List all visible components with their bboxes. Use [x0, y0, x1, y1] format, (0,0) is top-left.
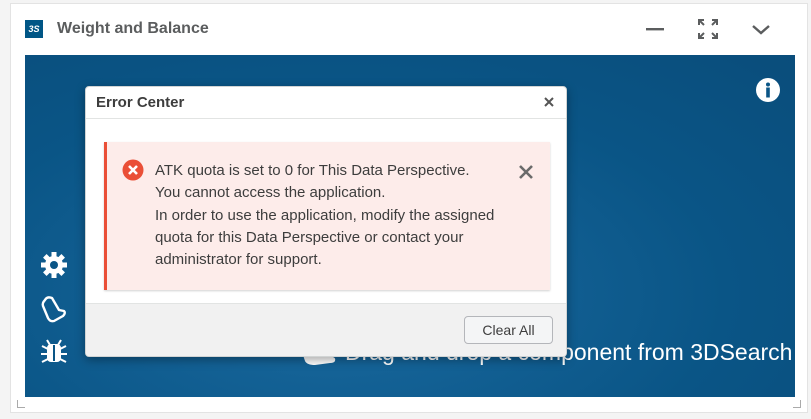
dialog-title: Error Center: [96, 94, 185, 111]
widget-title: Weight and Balance: [57, 20, 209, 37]
bug-icon[interactable]: [39, 337, 69, 367]
fullscreen-button[interactable]: [695, 16, 721, 42]
error-message-line: administrator for support.: [155, 251, 322, 269]
info-icon[interactable]: [755, 77, 781, 103]
error-message-line: In order to use the application, modify …: [155, 206, 495, 224]
error-center-dialog: Error Center ATK quota is set to 0 for T…: [85, 86, 567, 357]
dialog-header: Error Center: [86, 87, 566, 119]
resize-handle-right[interactable]: [793, 400, 801, 408]
minimize-icon: [646, 28, 664, 31]
resize-handle-left[interactable]: [17, 400, 25, 408]
error-message: ATK quota is set to 0 for This Data Pers…: [155, 160, 515, 271]
minimize-button[interactable]: [642, 16, 668, 42]
error-message-line: quota for this Data Perspective or conta…: [155, 228, 464, 246]
error-message-line: You cannot access the application.: [155, 184, 386, 202]
clear-all-button[interactable]: Clear All: [464, 316, 553, 344]
gear-icon[interactable]: [39, 250, 69, 280]
dismiss-alert-icon[interactable]: [518, 164, 534, 180]
error-alert: ATK quota is set to 0 for This Data Pers…: [104, 142, 550, 290]
error-circle-icon: [122, 159, 144, 181]
widget-header: 3S Weight and Balance: [11, 4, 807, 54]
dialog-footer: Clear All: [86, 303, 566, 356]
touch-icon[interactable]: [39, 294, 69, 324]
error-message-line: ATK quota is set to 0 for This Data Pers…: [155, 162, 470, 179]
3ds-compass-icon: 3S: [25, 20, 43, 38]
collapse-button[interactable]: [748, 16, 774, 42]
fullscreen-icon: [698, 19, 718, 39]
chevron-down-icon: [752, 25, 770, 35]
dialog-body: ATK quota is set to 0 for This Data Pers…: [86, 120, 566, 305]
close-icon[interactable]: [542, 95, 556, 109]
